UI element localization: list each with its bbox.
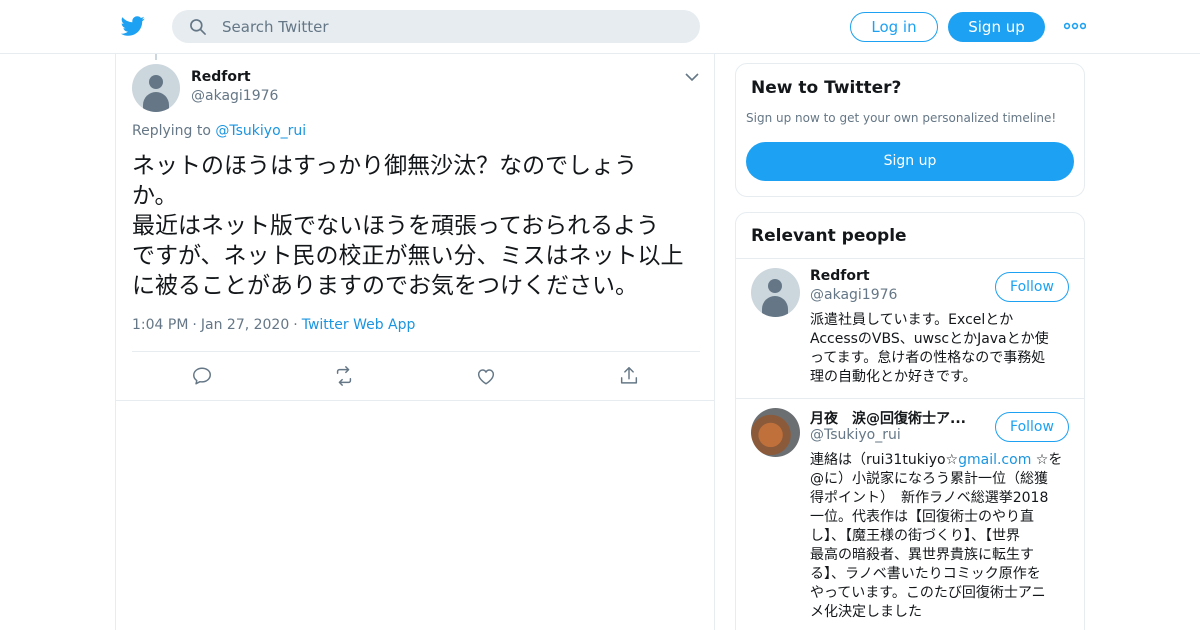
retweet-icon[interactable] bbox=[333, 365, 355, 387]
person-item: Redfort @akagi1976 Follow 派遣社員しています。Exce… bbox=[736, 258, 1084, 398]
tweet-time[interactable]: 1:04 PM bbox=[132, 317, 188, 333]
divider bbox=[132, 351, 700, 352]
login-button[interactable]: Log in bbox=[850, 12, 938, 42]
replying-prefix: Replying to bbox=[132, 123, 211, 139]
card-subtitle: Sign up now to get your own personalized… bbox=[746, 111, 1057, 125]
more-dots-icon[interactable] bbox=[1064, 18, 1086, 34]
person-name[interactable]: 月夜 涙@回復術士ア... bbox=[810, 408, 980, 428]
signup-button[interactable]: Sign up bbox=[948, 12, 1045, 42]
tweet-source-link[interactable]: Twitter Web App bbox=[302, 317, 416, 333]
person-bio: 連絡は（rui31tukiyo☆gmail.com ☆を @に）小説家になろう累… bbox=[810, 451, 1072, 622]
person-item: 月夜 涙@回復術士ア... @Tsukiyo_rui Follow 連絡は（ru… bbox=[736, 398, 1084, 630]
follow-button[interactable]: Follow bbox=[995, 412, 1069, 442]
avatar[interactable] bbox=[751, 268, 800, 317]
chevron-down-icon[interactable] bbox=[685, 72, 699, 82]
tweet-author-name[interactable]: Redfort bbox=[191, 69, 251, 85]
like-icon[interactable] bbox=[475, 365, 497, 387]
tweet-date[interactable]: Jan 27, 2020 bbox=[201, 317, 289, 333]
tweet-detail: Redfort @akagi1976 Replying to @Tsukiyo_… bbox=[116, 54, 714, 401]
person-handle[interactable]: @Tsukiyo_rui bbox=[810, 427, 901, 443]
avatar[interactable] bbox=[132, 64, 180, 112]
share-icon[interactable] bbox=[618, 365, 640, 387]
person-name[interactable]: Redfort bbox=[810, 268, 980, 284]
replying-to-link[interactable]: @Tsukiyo_rui bbox=[215, 123, 306, 139]
bio-link[interactable]: gmail.com bbox=[958, 452, 1031, 468]
avatar[interactable] bbox=[751, 408, 800, 457]
reply-icon[interactable] bbox=[191, 365, 213, 387]
bio-text: ☆を @に）小説家になろう累計一位（総獲 得ポイント） 新作ラノベ総選挙2018… bbox=[810, 452, 1063, 620]
follow-button[interactable]: Follow bbox=[995, 272, 1069, 302]
relevant-people-card: Relevant people Redfort @akagi1976 Follo… bbox=[735, 212, 1085, 630]
replying-to: Replying to @Tsukiyo_rui bbox=[132, 123, 306, 139]
card-title: Relevant people bbox=[751, 226, 907, 246]
twitter-bird-icon[interactable] bbox=[120, 14, 146, 38]
tweet-metadata: 1:04 PM · Jan 27, 2020 · Twitter Web App bbox=[132, 317, 416, 333]
tweet-text: ネットのほうはすっかり御無沙汰？なのでしょう か。 最近はネット版でないほうを頑… bbox=[132, 153, 684, 299]
search-box[interactable] bbox=[172, 10, 700, 43]
card-title: New to Twitter? bbox=[751, 78, 902, 98]
search-icon bbox=[190, 19, 206, 35]
signup-large-button[interactable]: Sign up bbox=[746, 142, 1074, 181]
top-navigation-bar: Log in Sign up bbox=[0, 0, 1200, 54]
main-timeline-column: Redfort @akagi1976 Replying to @Tsukiyo_… bbox=[115, 54, 715, 630]
person-bio: 派遣社員しています。Excelとか AccessのVBS、uwscとかJavaと… bbox=[810, 312, 1049, 385]
bio-text: 連絡は（rui31tukiyo☆ bbox=[810, 452, 959, 468]
new-to-twitter-card: New to Twitter? Sign up now to get your … bbox=[735, 63, 1085, 197]
tweet-author-handle[interactable]: @akagi1976 bbox=[191, 88, 278, 104]
search-input[interactable] bbox=[222, 10, 682, 43]
person-handle[interactable]: @akagi1976 bbox=[810, 287, 897, 303]
